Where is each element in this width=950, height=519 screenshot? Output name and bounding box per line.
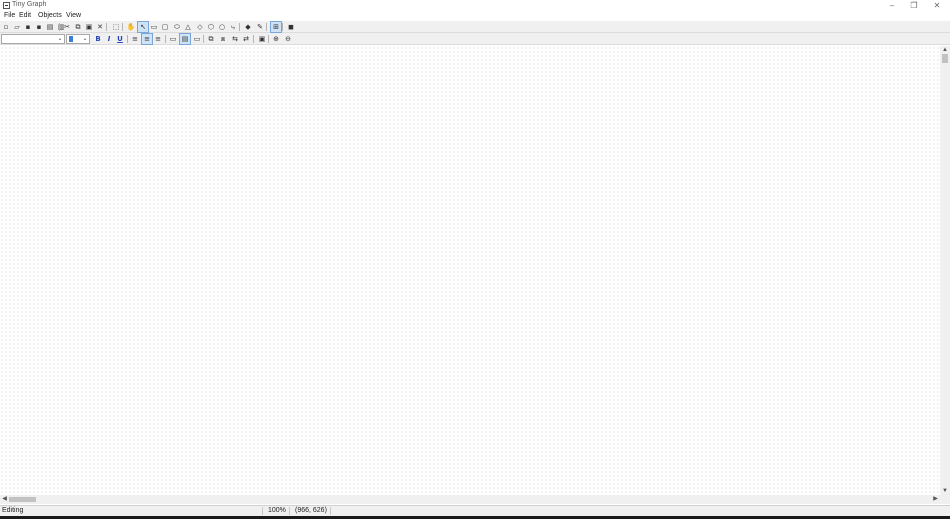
line-color-icon[interactable]: ✎ [255, 22, 265, 32]
print-preview-icon[interactable]: ▤ [45, 22, 55, 32]
format-toolbar: ⌄ ⌄ B I U ≡ ≡ ≡ ▭ ▤ ▭ ⧉ ⧈ ⇆ ⇄ ▣ ⊕ ⊖ [0, 33, 950, 45]
status-zoom: 100% [268, 507, 286, 514]
status-divider [289, 507, 290, 515]
page-setup-icon[interactable]: ▣ [257, 34, 267, 44]
toolbar-separator [266, 23, 267, 31]
triangle-tool-icon[interactable]: △ [183, 22, 193, 32]
group-icon[interactable]: ⧉ [206, 34, 216, 44]
vertical-scrollbar[interactable]: ▲ ▼ [940, 46, 950, 495]
title-bar: Tiny Graph – ❐ ✕ [0, 0, 950, 11]
status-divider [330, 507, 331, 515]
menu-view[interactable]: View [66, 12, 81, 19]
horizontal-scrollbar[interactable]: ◀ ▶ [0, 495, 940, 504]
chevron-down-icon: ⌄ [82, 36, 88, 42]
status-mode: Editing [2, 507, 24, 514]
chevron-down-icon: ⌄ [57, 36, 63, 42]
layout-middle-icon[interactable]: ▤ [179, 33, 191, 45]
menu-bar: File Edit Objects View [0, 11, 950, 21]
scroll-corner [940, 495, 950, 504]
zoom-in-icon[interactable]: ⊕ [271, 34, 281, 44]
toolbar-separator [106, 23, 107, 31]
pointer-tool-icon[interactable]: ↖ [137, 21, 149, 33]
rectangle-tool-icon[interactable]: ▭ [149, 22, 159, 32]
fill-color-icon[interactable]: ◆ [243, 22, 253, 32]
window-title: Tiny Graph [12, 1, 47, 8]
toolbar-separator [203, 35, 204, 43]
app-icon [3, 2, 10, 9]
toolbar-separator [268, 35, 269, 43]
hexagon-tool-icon[interactable]: ⬡ [206, 22, 216, 32]
save-as-icon[interactable]: ▪ [34, 22, 44, 32]
menu-file[interactable]: File [4, 12, 15, 19]
close-button[interactable]: ✕ [926, 0, 948, 11]
underline-icon[interactable]: U [115, 34, 125, 44]
status-coordinates: (966, 626) [295, 507, 327, 514]
toolbar-separator [282, 23, 283, 31]
text-caret [69, 36, 73, 42]
horizontal-scroll-thumb[interactable] [9, 497, 36, 502]
toolbar-separator [122, 23, 123, 31]
align-right-icon[interactable]: ≡ [153, 34, 163, 44]
align-left-icon[interactable]: ≡ [130, 34, 140, 44]
connector-tool-icon[interactable]: ⤷ [228, 22, 238, 32]
copy-icon[interactable]: ⧉ [73, 22, 83, 32]
grid-toggle-icon[interactable]: ⊞ [270, 21, 282, 33]
toolbar-separator [253, 35, 254, 43]
zoom-out-icon[interactable]: ⊖ [283, 34, 293, 44]
new-icon[interactable]: ▫ [1, 22, 11, 32]
open-icon[interactable]: ▱ [12, 22, 22, 32]
scroll-right-icon[interactable]: ▶ [931, 495, 940, 504]
delete-icon[interactable]: ✕ [95, 22, 105, 32]
toolbar-separator [59, 23, 60, 31]
diamond-tool-icon[interactable]: ◇ [195, 22, 205, 32]
italic-icon[interactable]: I [104, 34, 114, 44]
font-name-combo[interactable]: ⌄ [1, 34, 65, 44]
ungroup-icon[interactable]: ⧈ [218, 34, 228, 44]
align-center-icon[interactable]: ≡ [141, 33, 153, 45]
drawing-canvas[interactable] [0, 46, 940, 495]
toolbar-separator [127, 35, 128, 43]
rounded-rectangle-tool-icon[interactable]: ▢ [160, 22, 170, 32]
vertical-scroll-thumb[interactable] [942, 54, 948, 63]
bold-icon[interactable]: B [93, 34, 103, 44]
layout-bottom-icon[interactable]: ▭ [192, 34, 202, 44]
bring-to-front-icon[interactable]: ⇆ [230, 34, 240, 44]
status-divider [262, 507, 263, 515]
status-bar: Editing 100% (966, 626) [0, 505, 950, 516]
layout-top-icon[interactable]: ▭ [168, 34, 178, 44]
cut-icon[interactable]: ✂ [62, 22, 72, 32]
octagon-tool-icon[interactable]: ○ [217, 22, 227, 32]
menu-edit[interactable]: Edit [19, 12, 31, 19]
select-all-icon[interactable]: ⬚ [111, 22, 121, 32]
maximize-button[interactable]: ❐ [903, 0, 925, 11]
pan-hand-icon[interactable]: ✋ [126, 22, 136, 32]
scroll-down-icon[interactable]: ▼ [940, 487, 950, 495]
send-to-back-icon[interactable]: ⇄ [241, 34, 251, 44]
scroll-left-icon[interactable]: ◀ [0, 495, 9, 504]
minimize-button[interactable]: – [881, 0, 903, 11]
toolbar-separator [165, 35, 166, 43]
save-icon[interactable]: ▪ [23, 22, 33, 32]
toolbar-separator [239, 23, 240, 31]
properties-icon[interactable]: ◼ [286, 22, 296, 32]
ellipse-tool-icon[interactable]: ⬭ [172, 22, 182, 32]
scroll-up-icon[interactable]: ▲ [940, 46, 950, 54]
paste-icon[interactable]: ▣ [84, 22, 94, 32]
menu-objects[interactable]: Objects [38, 12, 62, 19]
font-size-combo[interactable]: ⌄ [66, 34, 90, 44]
main-toolbar: ▫ ▱ ▪ ▪ ▤ ▥ ✂ ⧉ ▣ ✕ ⬚ ✋ ↖ ▭ ▢ ⬭ △ ◇ ⬡ ○ ⤷ ◆ ✎ ⊞ ◼ [0, 21, 950, 33]
